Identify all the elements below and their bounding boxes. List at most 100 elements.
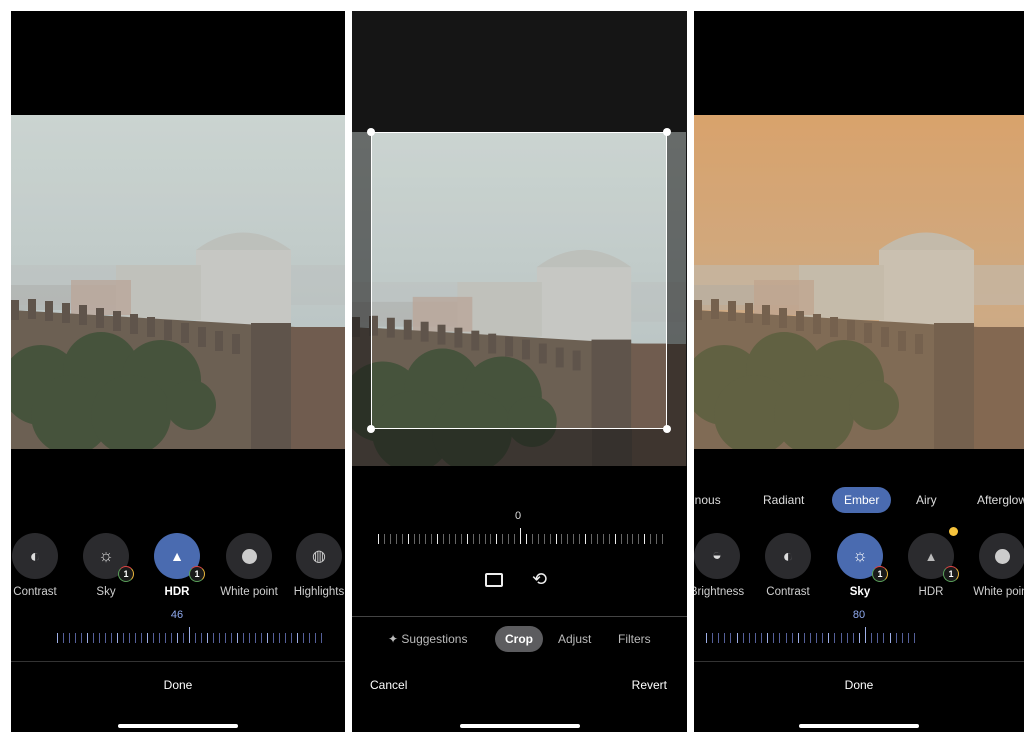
tool-white-point[interactable]: White point	[966, 533, 1024, 598]
slider-tick	[401, 534, 403, 544]
slider-tick	[285, 633, 286, 643]
slider-tick	[431, 534, 433, 544]
slider-tick	[718, 633, 720, 643]
slider-tick	[141, 633, 142, 643]
filter-luminous[interactable]: inous	[694, 487, 733, 513]
badge: 1	[189, 566, 205, 582]
slider-tick	[111, 633, 112, 643]
filter-ember[interactable]: Ember	[832, 487, 892, 513]
slider-thumb	[520, 528, 521, 544]
tool-brightness[interactable]: ◒ Brightness	[694, 533, 753, 598]
value-slider[interactable]	[706, 627, 915, 643]
crop-handle-bottom-left[interactable]	[367, 425, 375, 433]
slider-tick	[585, 534, 587, 544]
adjust-tools: ◒ Brightness ◐ Contrast ☼ 1 Sky ▲ 1 HDR White …	[694, 527, 1024, 603]
tool-white-point[interactable]: White point	[213, 533, 285, 598]
tool-contrast[interactable]: ◐ Contrast	[11, 533, 71, 598]
tab-adjust[interactable]: Adjust	[548, 626, 601, 652]
slider-tick	[309, 633, 310, 643]
slider-tick	[213, 633, 214, 643]
slider-tick	[650, 534, 652, 544]
slider-tick	[871, 633, 873, 643]
tool-sky[interactable]: ☼ 1 Sky	[824, 533, 896, 598]
slider-tick	[93, 633, 94, 643]
slider-tick	[99, 633, 100, 643]
tab-crop[interactable]: Crop	[495, 626, 543, 652]
slider-tick	[803, 633, 805, 643]
tool-contrast[interactable]: ◐ Contrast	[752, 533, 824, 598]
crop-frame[interactable]	[371, 132, 667, 429]
aspect-ratio-icon[interactable]	[485, 573, 503, 587]
tool-highlights[interactable]: ◍ Highlights	[283, 533, 345, 598]
slider-tick	[840, 633, 842, 643]
slider-tick	[225, 633, 226, 643]
home-indicator[interactable]	[118, 724, 238, 728]
slider-tick	[413, 534, 415, 544]
slider-tick	[383, 534, 385, 544]
tab-filters[interactable]: Filters	[608, 626, 661, 652]
slider-tick	[255, 633, 256, 643]
slider-tick	[273, 633, 274, 643]
slider-tick	[877, 633, 879, 643]
rotation-slider[interactable]	[378, 528, 663, 544]
cancel-button[interactable]: Cancel	[370, 678, 407, 692]
slider-tick	[828, 633, 830, 643]
slider-tick	[219, 633, 220, 643]
sky-icon: ☼	[98, 546, 114, 565]
slider-tick	[69, 633, 70, 643]
home-indicator[interactable]	[459, 724, 580, 728]
slider-tick	[407, 534, 409, 544]
slider-tick	[378, 534, 379, 544]
slider-tick	[183, 633, 184, 643]
hdr-icon: ▲	[170, 548, 184, 564]
value-slider[interactable]	[57, 627, 322, 643]
slider-tick	[514, 534, 516, 544]
crop-handle-top-left[interactable]	[367, 128, 375, 136]
slider-value: 46	[170, 609, 184, 621]
slider-tick	[177, 633, 178, 643]
slider-tick	[395, 534, 397, 544]
brightness-icon: ◒	[712, 547, 722, 564]
slider-tick	[297, 633, 298, 643]
slider-tick	[105, 633, 106, 643]
slider-thumb	[189, 627, 190, 643]
slider-tick	[810, 633, 811, 643]
badge: 1	[943, 566, 959, 582]
slider-tick	[425, 534, 427, 544]
slider-tick	[419, 534, 421, 544]
rotate-icon[interactable]: ⟲	[532, 569, 547, 590]
slider-tick	[472, 534, 474, 544]
revert-button[interactable]: Revert	[632, 678, 667, 692]
white-point-icon	[994, 548, 1010, 564]
done-button[interactable]: Done	[694, 678, 1024, 692]
slider-tick	[267, 633, 268, 643]
done-button[interactable]: Done	[11, 678, 345, 692]
filter-radiant[interactable]: Radiant	[751, 487, 816, 513]
slider-tick	[632, 534, 634, 544]
slider-tick	[638, 534, 640, 544]
slider-tick	[816, 633, 818, 643]
slider-tick	[907, 633, 909, 643]
home-indicator[interactable]	[799, 724, 919, 728]
tool-hdr[interactable]: ▲ 1 HDR	[895, 527, 967, 598]
crop-handle-top-right[interactable]	[663, 128, 671, 136]
slider-tick	[614, 534, 616, 544]
slider-tick	[237, 633, 238, 643]
tool-sky[interactable]: ☼ 1 Sky	[70, 533, 142, 598]
slider-tick	[767, 633, 769, 643]
tab-suggestions[interactable]: ✦ Suggestions	[378, 626, 477, 652]
tool-hdr[interactable]: ▲ 1 HDR	[141, 533, 213, 598]
filter-afterglow[interactable]: Afterglow	[965, 487, 1024, 513]
slider-tick	[165, 633, 166, 643]
filter-airy[interactable]: Airy	[904, 487, 949, 513]
slider-tick	[57, 633, 58, 643]
slider-tick	[466, 534, 468, 544]
crop-handle-bottom-right[interactable]	[663, 425, 671, 433]
slider-tick	[484, 534, 486, 544]
hdr-icon: ▲	[924, 548, 938, 564]
slider-tick	[81, 633, 82, 643]
slider-tick	[846, 633, 848, 643]
slider-tick	[531, 534, 533, 544]
slider-tick	[195, 633, 196, 643]
slider-tick	[147, 633, 148, 643]
